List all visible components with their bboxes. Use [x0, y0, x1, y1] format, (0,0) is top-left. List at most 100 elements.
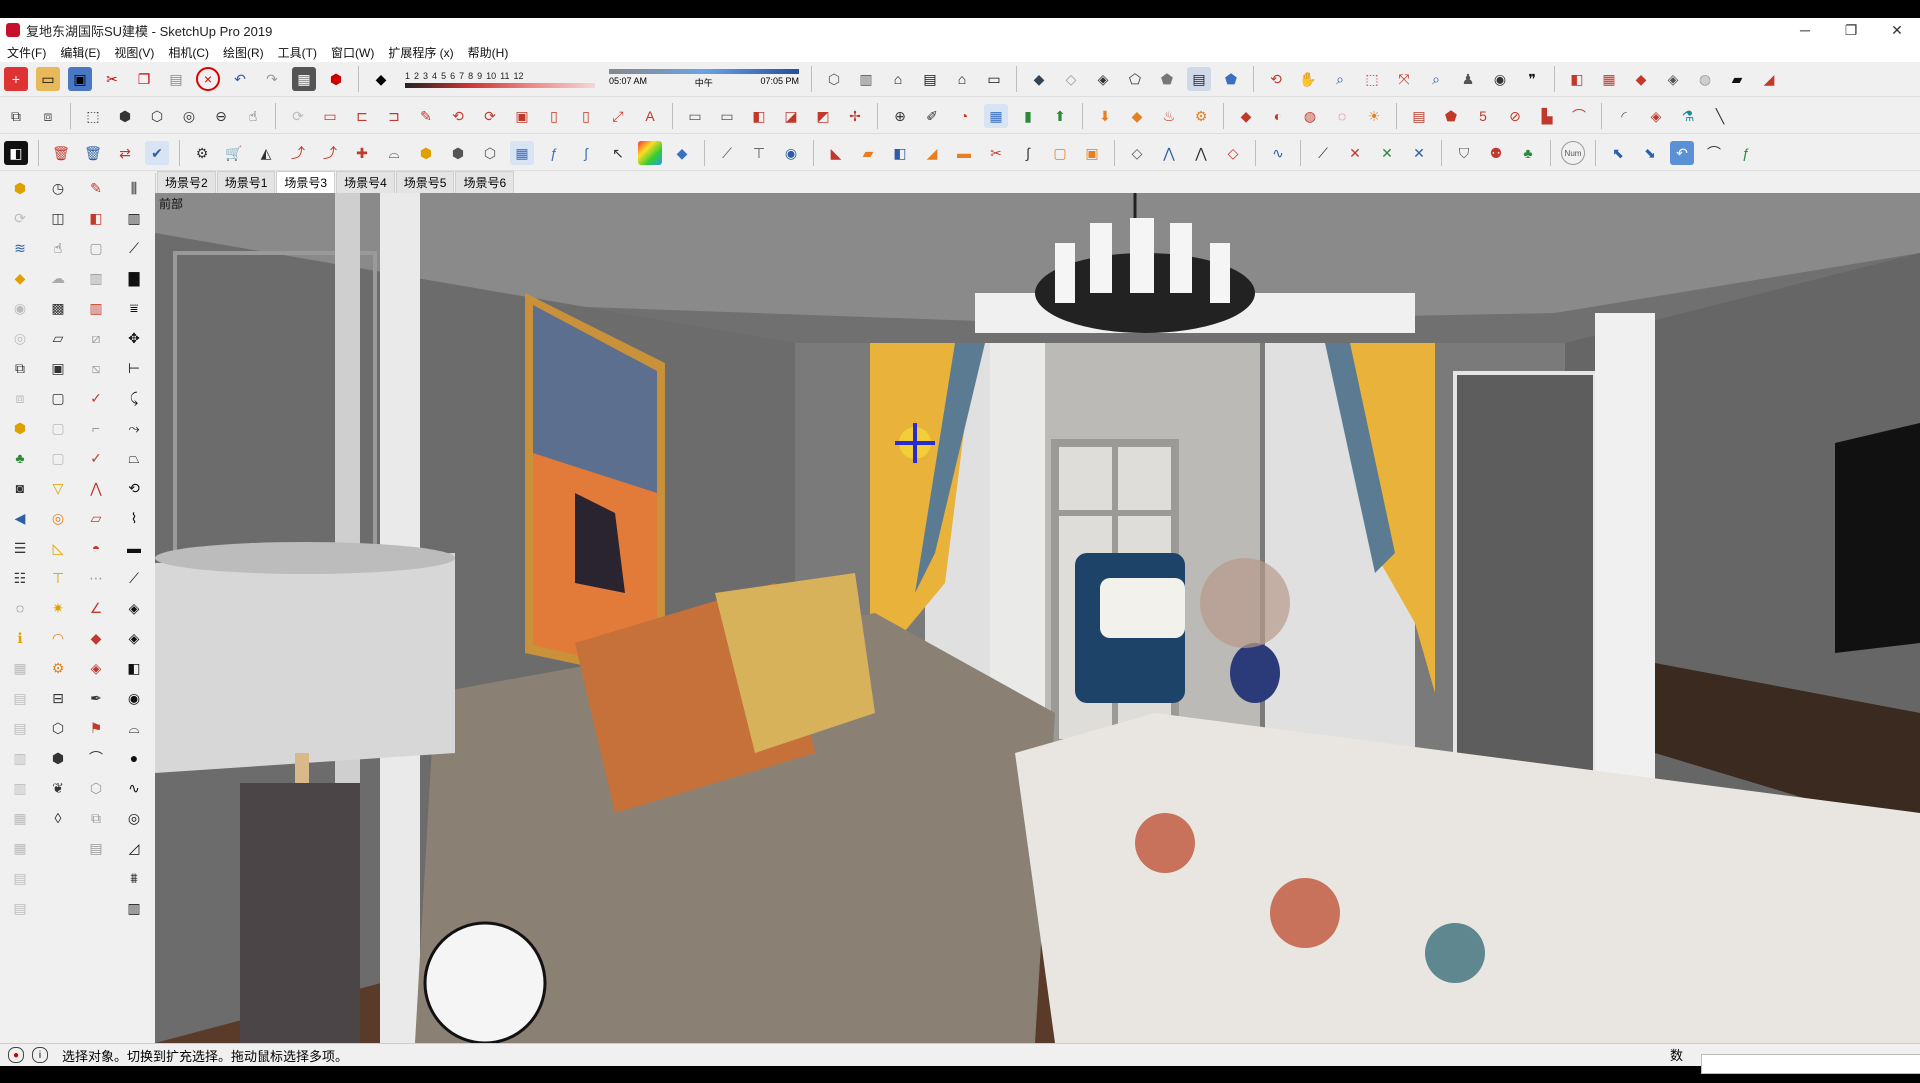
plugin-so-icon[interactable]: ʃ — [574, 141, 598, 165]
plugin-gray-cube-icon[interactable]: ⬢ — [446, 141, 470, 165]
month-slider-track[interactable] — [405, 82, 595, 88]
plugin-cube-icon[interactable]: ⬡ — [145, 104, 169, 128]
box-tool-icon[interactable]: ◧ — [122, 656, 146, 680]
doc3-tool-icon[interactable]: ▥ — [8, 746, 32, 770]
plugin-palette-icon[interactable] — [638, 141, 662, 165]
trapezoid-tool-icon[interactable]: ⏢ — [122, 446, 146, 470]
doc6-tool-icon[interactable]: ▦ — [8, 836, 32, 860]
copy-icon[interactable]: ❐ — [132, 67, 156, 91]
plugin-contrast-icon[interactable]: ◧ — [4, 141, 28, 165]
check2-tool-icon[interactable]: ✓ — [84, 446, 108, 470]
info-icon[interactable]: i — [32, 1047, 48, 1063]
plugin-bend-icon[interactable]: ⌓ — [382, 141, 406, 165]
sliders2-tool-icon[interactable]: ☷ — [8, 566, 32, 590]
plugin-pm-icon[interactable]: ▣ — [510, 104, 534, 128]
menu-camera[interactable]: 相机(C) — [161, 44, 216, 61]
menu-window[interactable]: 窗口(W) — [324, 44, 381, 61]
pin2-tool-icon[interactable]: ◓ — [84, 536, 108, 560]
wave-tool-icon[interactable]: ∿ — [122, 776, 146, 800]
shadow-month-slider[interactable]: 1 2 3 4 5 6 7 8 9 10 11 12 — [405, 71, 595, 88]
menu-file[interactable]: 文件(F) — [0, 44, 53, 61]
plugin-leaf-icon[interactable]: ◐ — [1266, 104, 1290, 128]
tab-scene-6[interactable]: 场景号6 — [455, 171, 515, 193]
delete-icon[interactable]: 🗑 — [49, 141, 73, 165]
model-info-icon[interactable]: ⬢ — [324, 67, 348, 91]
monochrome-icon[interactable]: ⬟ — [1219, 67, 1243, 91]
tab-scene-5[interactable]: 场景号5 — [395, 171, 455, 193]
offset-tool-icon[interactable]: ▢ — [84, 236, 108, 260]
t-tool-icon[interactable]: ⊤ — [46, 566, 70, 590]
time-slider-track[interactable] — [609, 69, 799, 74]
front-view-icon[interactable]: ⌂ — [886, 67, 910, 91]
plugin-roof-icon[interactable]: ⋀ — [1157, 141, 1181, 165]
dots-tool-icon[interactable]: ⋯ — [84, 566, 108, 590]
wireframe-icon[interactable]: ◈ — [1091, 67, 1115, 91]
plugin-target-icon[interactable]: ⊕ — [888, 104, 912, 128]
plugin-arch-icon[interactable]: ⌒ — [1567, 104, 1591, 128]
plugin-swirl2-icon[interactable]: ◉ — [779, 141, 803, 165]
branch-tool-icon[interactable]: ⤳ — [122, 416, 146, 440]
back-view-icon[interactable]: ⌂ — [950, 67, 974, 91]
plugin-slash-icon[interactable]: ⊘ — [1503, 104, 1527, 128]
hidden-line-icon[interactable]: ⬠ — [1123, 67, 1147, 91]
plugin-tube-icon[interactable]: ▬ — [952, 141, 976, 165]
plugin-paint-icon[interactable]: ◈ — [1644, 104, 1668, 128]
plugin-shape-icon[interactable]: ◆ — [670, 141, 694, 165]
tri-tool-icon[interactable]: ◺ — [46, 536, 70, 560]
model-viewport[interactable]: 前部 激活 Windows 转到"设置"以激活 Windows。 — [155, 193, 1920, 1043]
funnel-tool-icon[interactable]: ▽ — [46, 476, 70, 500]
plugin-wand2-icon[interactable]: ⤴ — [318, 141, 342, 165]
plugin-line2-icon[interactable]: ⟋ — [715, 141, 739, 165]
solid-tool-icon[interactable]: ⬢ — [8, 416, 32, 440]
measurements-input[interactable] — [1700, 1054, 1920, 1074]
plugin-rotate2-icon[interactable]: ⟳ — [478, 104, 502, 128]
plugin-last-icon[interactable]: ƒ — [1734, 141, 1758, 165]
zoom-icon[interactable]: ⌕ — [1328, 67, 1352, 91]
erase-icon[interactable]: × — [196, 67, 220, 91]
print-icon[interactable]: ▦ — [292, 67, 316, 91]
new-file-icon[interactable]: + — [4, 67, 28, 91]
sound-tool-icon[interactable]: ◀ — [8, 506, 32, 530]
cloud-tool-icon[interactable]: ☁ — [46, 266, 70, 290]
menu-extensions[interactable]: 扩展程序 (x) — [381, 44, 460, 61]
plugin-box3-icon[interactable]: ▣ — [1080, 141, 1104, 165]
extension-icon-a[interactable]: ◈ — [1661, 67, 1685, 91]
plugin-check-icon[interactable]: ✔ — [145, 141, 169, 165]
plugin-fire-icon[interactable]: ♨ — [1157, 104, 1181, 128]
photo-tool-icon[interactable]: ◙ — [8, 476, 32, 500]
tab-scene-1[interactable]: 场景号1 — [216, 171, 276, 193]
loop-tool-icon[interactable]: ⟲ — [122, 476, 146, 500]
cube-tool-icon[interactable]: ⬡ — [46, 716, 70, 740]
plugin-curve-icon[interactable]: ◜ — [1612, 104, 1636, 128]
comb-tool-icon[interactable]: ▥ — [84, 296, 108, 320]
eraser-tool-icon[interactable]: ◊ — [46, 806, 70, 830]
sliders-tool-icon[interactable]: ☰ — [8, 536, 32, 560]
plugin-box-icon[interactable]: ⬢ — [113, 104, 137, 128]
plugin-sphere-icon[interactable]: ◎ — [177, 104, 201, 128]
plugin-gem-icon[interactable]: ◆ — [1234, 104, 1258, 128]
look-around-icon[interactable]: ◉ — [1488, 67, 1512, 91]
bar-tool-icon[interactable]: ▬ — [122, 536, 146, 560]
plugin-badge-icon[interactable]: ⬟ — [1439, 104, 1463, 128]
plugin-cart-icon[interactable]: 🛒 — [222, 141, 246, 165]
doc5-tool-icon[interactable]: ▦ — [8, 806, 32, 830]
layers-tool-icon[interactable]: ≋ — [8, 236, 32, 260]
plugin-page2-icon[interactable]: ▯ — [574, 104, 598, 128]
plugin-tree-icon[interactable]: ♣ — [1516, 141, 1540, 165]
plugin-swirl-icon[interactable]: ◍ — [1298, 104, 1322, 128]
plugin-refresh-icon[interactable]: ⟳ — [286, 104, 310, 128]
extension-icon-c[interactable]: ▰ — [1725, 67, 1749, 91]
plugin-c-icon[interactable]: ◧ — [747, 104, 771, 128]
lock-tool-icon[interactable]: ▢ — [46, 446, 70, 470]
tree-tool-icon[interactable]: ♣ — [8, 446, 32, 470]
plugin-roof2-icon[interactable]: ⋀ — [1189, 141, 1213, 165]
check-tool-icon[interactable]: ✓ — [84, 386, 108, 410]
layer-tool-icon[interactable]: ⧉ — [4, 104, 28, 128]
extension-icon-d[interactable]: ◢ — [1757, 67, 1781, 91]
slab-tool-icon[interactable]: ⧅ — [84, 356, 108, 380]
paste-icon[interactable]: ▤ — [164, 67, 188, 91]
plugin-gold-cube-icon[interactable]: ⬢ — [414, 141, 438, 165]
gem-tool-icon[interactable]: ◈ — [84, 656, 108, 680]
bars-tool-icon[interactable]: ▇ — [122, 266, 146, 290]
beads-tool-icon[interactable]: ● — [122, 746, 146, 770]
